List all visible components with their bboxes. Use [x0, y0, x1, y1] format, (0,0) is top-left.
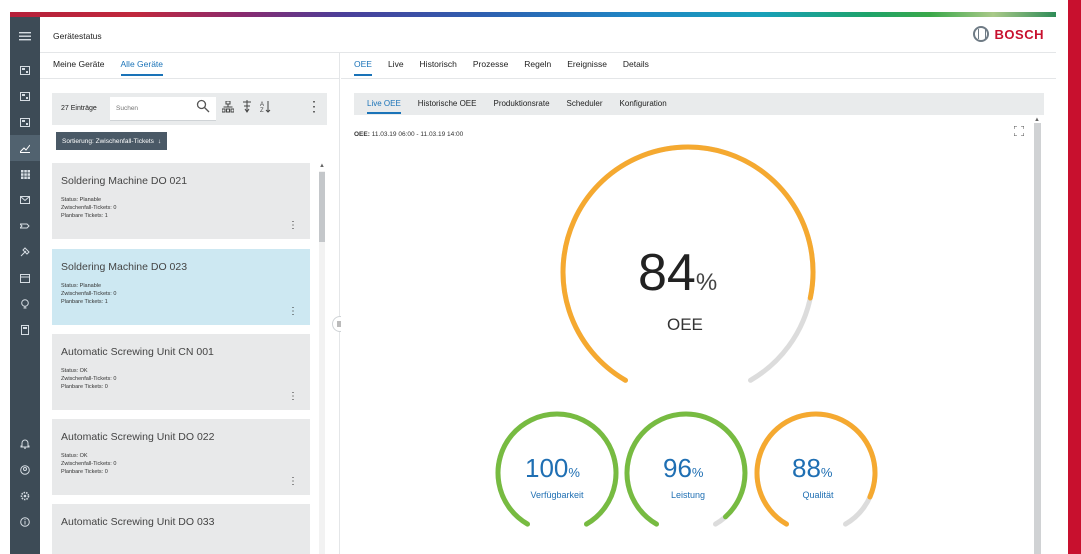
- app-header: Gerätestatus BOSCH: [40, 17, 1056, 53]
- menu-icon[interactable]: [10, 23, 40, 49]
- oee-label: OEE: [667, 315, 703, 334]
- device-name: Automatic Screwing Unit DO 022: [61, 431, 215, 443]
- device-list: Soldering Machine DO 021 Status: Planabl…: [52, 163, 310, 554]
- device-planned-tickets: Planbare Tickets: 1: [61, 213, 108, 219]
- dashboard-icon[interactable]: [10, 83, 40, 109]
- divider: [40, 78, 340, 79]
- device-planned-tickets: Planbare Tickets: 0: [61, 469, 108, 475]
- brand-name: BOSCH: [994, 26, 1044, 42]
- oee-unit: %: [695, 269, 718, 296]
- svg-text:Z: Z: [260, 108, 264, 113]
- kpi-unit: %: [820, 465, 833, 480]
- device-status: Status: Planable: [61, 197, 102, 203]
- bosch-armature-icon: [972, 26, 989, 42]
- device-status: Status: OK: [61, 368, 88, 374]
- sidebar-nav: [10, 17, 40, 554]
- dashboard-icon[interactable]: [10, 109, 40, 135]
- filter-icon[interactable]: [242, 100, 252, 113]
- device-card[interactable]: Automatic Screwing Unit CN 001 Status: O…: [52, 334, 310, 410]
- device-name: Automatic Screwing Unit DO 033: [61, 516, 215, 528]
- kpi-number: 100: [525, 453, 569, 483]
- calendar-icon[interactable]: [10, 265, 40, 291]
- device-meta: Status: Planable Zwischenfall-Tickets: 0…: [61, 282, 116, 306]
- device-card[interactable]: Soldering Machine DO 021 Status: Planabl…: [52, 163, 310, 239]
- page-title: Gerätestatus: [53, 31, 102, 41]
- oee-value: 84%: [638, 243, 717, 303]
- bell-icon[interactable]: [10, 431, 40, 457]
- process-icon[interactable]: [10, 213, 40, 239]
- device-incident-tickets: Zwischenfall-Tickets: 0: [61, 205, 117, 211]
- more-options-icon[interactable]: ⋮: [307, 99, 321, 113]
- sort-icon[interactable]: AZ: [260, 100, 271, 113]
- sort-button-label: Sortierung: Zwischenfall-Tickets: [62, 137, 154, 145]
- brand-edge-bar: [1068, 0, 1081, 554]
- tab-all-devices[interactable]: Alle Geräte: [120, 59, 164, 76]
- qualitaet-label: Qualität: [802, 490, 834, 500]
- scroll-up-icon[interactable]: ▲: [319, 163, 325, 169]
- sort-button[interactable]: Sortierung: Zwischenfall-Tickets ↓: [56, 132, 168, 150]
- kpi-number: 88: [792, 453, 821, 483]
- device-name: Automatic Screwing Unit CN 001: [61, 346, 214, 358]
- kpi-unit: %: [691, 465, 704, 480]
- sort-arrow-icon: ↓: [157, 137, 162, 145]
- list-scrollbar[interactable]: ▲: [318, 163, 326, 554]
- chart-icon[interactable]: [10, 135, 40, 161]
- device-incident-tickets: Zwischenfall-Tickets: 0: [61, 376, 117, 382]
- grid-icon[interactable]: [10, 161, 40, 187]
- bosch-logo: BOSCH: [972, 26, 1044, 42]
- device-planned-tickets: Planbare Tickets: 0: [61, 384, 108, 390]
- hierarchy-icon[interactable]: [222, 101, 234, 113]
- device-detail-pane: OEE Live Historisch Prozesse Regeln Erei…: [341, 53, 1056, 554]
- tools-icon[interactable]: [10, 239, 40, 265]
- device-incident-tickets: Zwischenfall-Tickets: 0: [61, 291, 117, 297]
- app-window: Gerätestatus BOSCH Meine Geräte Alle Ger…: [0, 0, 1081, 554]
- info-icon[interactable]: [10, 509, 40, 535]
- tab-my-devices[interactable]: Meine Geräte: [53, 59, 105, 76]
- scroll-thumb[interactable]: [319, 172, 325, 242]
- right-gutter: [1056, 12, 1068, 554]
- card-menu-icon[interactable]: ⋮: [288, 476, 298, 487]
- kpi-unit: %: [568, 465, 580, 480]
- entry-count: 27 Einträge: [61, 105, 97, 112]
- device-meta: Status: Planable Zwischenfall-Tickets: 0…: [61, 196, 116, 220]
- settings-icon[interactable]: [10, 483, 40, 509]
- device-status: Status: OK: [61, 453, 88, 459]
- calculator-icon[interactable]: [10, 317, 40, 343]
- list-toolbar: 27 Einträge AZ ⋮: [52, 93, 327, 125]
- leistung-label: Leistung: [670, 490, 706, 500]
- search-icon[interactable]: [196, 99, 210, 113]
- kpi-number: 96: [663, 453, 692, 483]
- device-filter-tabs: Meine Geräte Alle Geräte: [53, 59, 164, 76]
- card-menu-icon[interactable]: ⋮: [288, 220, 298, 231]
- verfuegbarkeit-label: Verfügbarkeit: [530, 490, 584, 500]
- device-card-selected[interactable]: Soldering Machine DO 023 Status: Planabl…: [52, 249, 310, 325]
- device-list-pane: Meine Geräte Alle Geräte 27 Einträge AZ …: [40, 53, 340, 554]
- mail-icon[interactable]: [10, 187, 40, 213]
- device-incident-tickets: Zwischenfall-Tickets: 0: [61, 461, 117, 467]
- search-input[interactable]: [110, 97, 190, 120]
- device-name: Soldering Machine DO 023: [61, 261, 188, 273]
- device-planned-tickets: Planbare Tickets: 1: [61, 299, 108, 305]
- device-card[interactable]: Automatic Screwing Unit DO 022 Status: O…: [52, 419, 310, 495]
- device-meta: Status: OK Zwischenfall-Tickets: 0 Planb…: [61, 367, 116, 391]
- dashboard-icon[interactable]: [10, 57, 40, 83]
- device-meta: Status: OK Zwischenfall-Tickets: 0 Planb…: [61, 452, 116, 476]
- card-menu-icon[interactable]: ⋮: [288, 391, 298, 402]
- device-name: Soldering Machine DO 021: [61, 175, 188, 187]
- oee-number: 84: [638, 244, 696, 302]
- qualitaet-value: 88%: [792, 453, 832, 484]
- card-menu-icon[interactable]: ⋮: [288, 306, 298, 317]
- verfuegbarkeit-value: 100%: [525, 453, 580, 484]
- leistung-value: 96%: [663, 453, 703, 484]
- device-card[interactable]: Automatic Screwing Unit DO 033: [52, 504, 310, 554]
- user-icon[interactable]: [10, 457, 40, 483]
- bulb-icon[interactable]: [10, 291, 40, 317]
- device-status: Status: Planable: [61, 283, 102, 289]
